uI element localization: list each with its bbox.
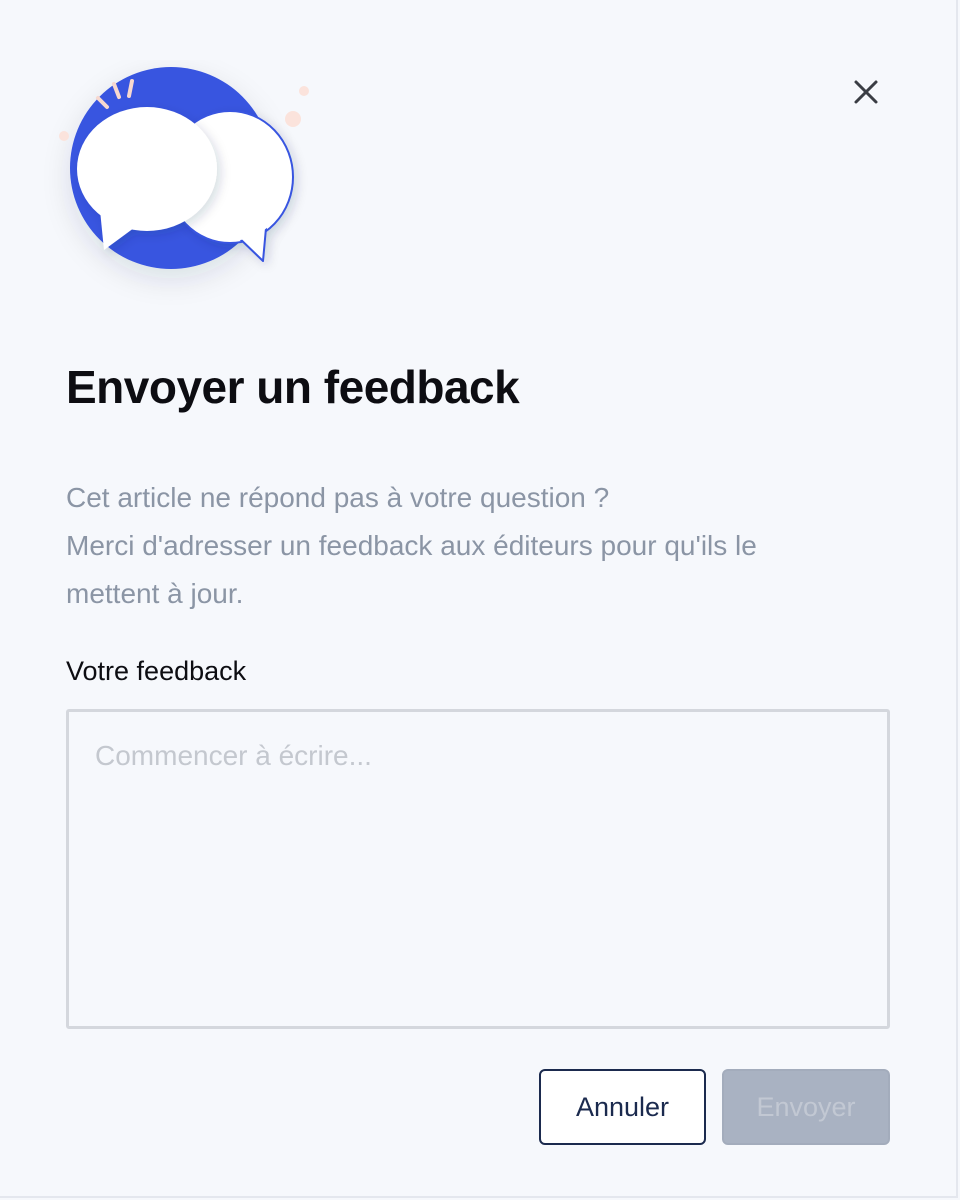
feedback-dialog: Envoyer un feedback Cet article ne répon… (0, 0, 958, 1198)
feedback-field-label: Votre feedback (66, 656, 247, 686)
feedback-textarea[interactable] (66, 709, 890, 1029)
description-line: Cet article ne répond pas à votre questi… (66, 482, 610, 513)
description-line: mettent à jour. (66, 578, 244, 609)
dialog-description: Cet article ne répond pas à votre questi… (66, 474, 886, 618)
dialog-title: Envoyer un feedback (66, 361, 520, 413)
cancel-button[interactable]: Annuler (539, 1069, 706, 1145)
close-icon (854, 80, 878, 104)
close-button[interactable] (846, 72, 886, 112)
chat-bubbles-illustration (40, 60, 330, 310)
send-button[interactable]: Envoyer (722, 1069, 890, 1145)
description-line: Merci d'adresser un feedback aux éditeur… (66, 530, 757, 561)
